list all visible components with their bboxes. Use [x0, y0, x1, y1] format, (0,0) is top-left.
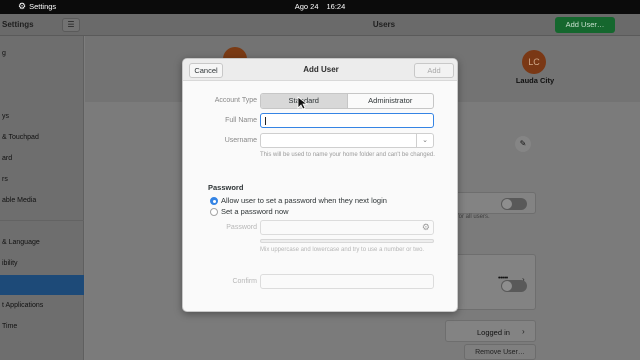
avatar[interactable]: LC: [522, 50, 546, 74]
mouse-pointer-icon: [297, 96, 309, 110]
password-label: Password: [226, 224, 257, 231]
logged-in-status: Logged in: [477, 328, 510, 337]
account-type-label: Account Type: [214, 97, 257, 104]
radio-set-at-login[interactable]: Allow user to set a password when they n…: [210, 196, 387, 205]
add-user-dialog: Cancel Add User Add Account Type Standar…: [182, 58, 458, 312]
sidebar-item-accessibility[interactable]: ibility: [0, 254, 84, 274]
account-type-switch: Standard Administrator: [260, 93, 434, 109]
password-hint: Mix uppercase and lowercase and try to u…: [260, 247, 425, 253]
sidebar-item-date-time[interactable]: Time: [0, 317, 84, 337]
radio-label: Allow user to set a password when they n…: [221, 196, 387, 205]
password-field[interactable]: ⚙: [260, 220, 434, 235]
chevron-right-icon[interactable]: ›: [522, 327, 525, 336]
sidebar-item-default-apps[interactable]: t Applications: [0, 296, 84, 316]
sidebar-separator: [0, 220, 84, 221]
menu-button[interactable]: ☰: [62, 18, 80, 32]
username-hint: This will be used to name your home fold…: [260, 152, 435, 158]
sidebar-item-keyboard[interactable]: ard: [0, 149, 84, 169]
clock[interactable]: Ago 24 16:24: [0, 2, 640, 11]
chevron-down-icon[interactable]: ⌄: [416, 134, 433, 147]
text-caret: [265, 117, 266, 125]
add-button[interactable]: Add: [414, 63, 454, 78]
dialog-header: Cancel Add User Add: [183, 59, 457, 81]
add-user-button[interactable]: Add User…: [555, 17, 615, 33]
language-toggle[interactable]: [501, 280, 527, 292]
remove-user-button[interactable]: Remove User…: [464, 344, 536, 360]
edit-icon[interactable]: ✎: [515, 136, 531, 152]
top-bar: ⚙ Settings Ago 24 16:24: [0, 0, 640, 14]
username-label: Username: [224, 137, 257, 144]
full-name-label: Full Name: [225, 117, 257, 124]
radio-button[interactable]: [210, 196, 218, 205]
sidebar-item-removable-media[interactable]: able Media: [0, 191, 84, 211]
sidebar-item-users[interactable]: [0, 275, 84, 295]
password-section-title: Password: [208, 183, 244, 192]
header-bar: Settings ☰ Users Add User…: [0, 14, 640, 36]
confirm-field[interactable]: [260, 274, 434, 289]
autologin-hint: for all users.: [457, 214, 490, 220]
autologin-toggle[interactable]: [501, 198, 527, 210]
sidebar-item-printers[interactable]: rs: [0, 170, 84, 190]
confirm-label: Confirm: [232, 278, 257, 285]
sidebar-title: Settings: [2, 20, 34, 29]
sidebar-item-region[interactable]: & Language: [0, 233, 84, 253]
clock-date: Ago 24: [294, 2, 319, 11]
sidebar-item[interactable]: ys: [0, 107, 84, 127]
sidebar-item-mouse[interactable]: & Touchpad: [0, 128, 84, 148]
sidebar: g ys & Touchpad ard rs able Media & Lang…: [0, 36, 84, 360]
sidebar-item[interactable]: g: [0, 44, 84, 64]
full-name-field[interactable]: [260, 113, 434, 128]
radio-set-now[interactable]: Set a password now: [210, 207, 289, 216]
radio-label: Set a password now: [221, 207, 289, 216]
generate-password-icon[interactable]: ⚙: [422, 222, 430, 233]
user-name: Lauda City: [515, 76, 555, 85]
radio-button[interactable]: [210, 207, 218, 216]
administrator-option[interactable]: Administrator: [348, 94, 434, 108]
password-strength-bar: [260, 239, 434, 243]
clock-time: 16:24: [326, 2, 346, 11]
username-combo[interactable]: ⌄: [260, 133, 434, 148]
